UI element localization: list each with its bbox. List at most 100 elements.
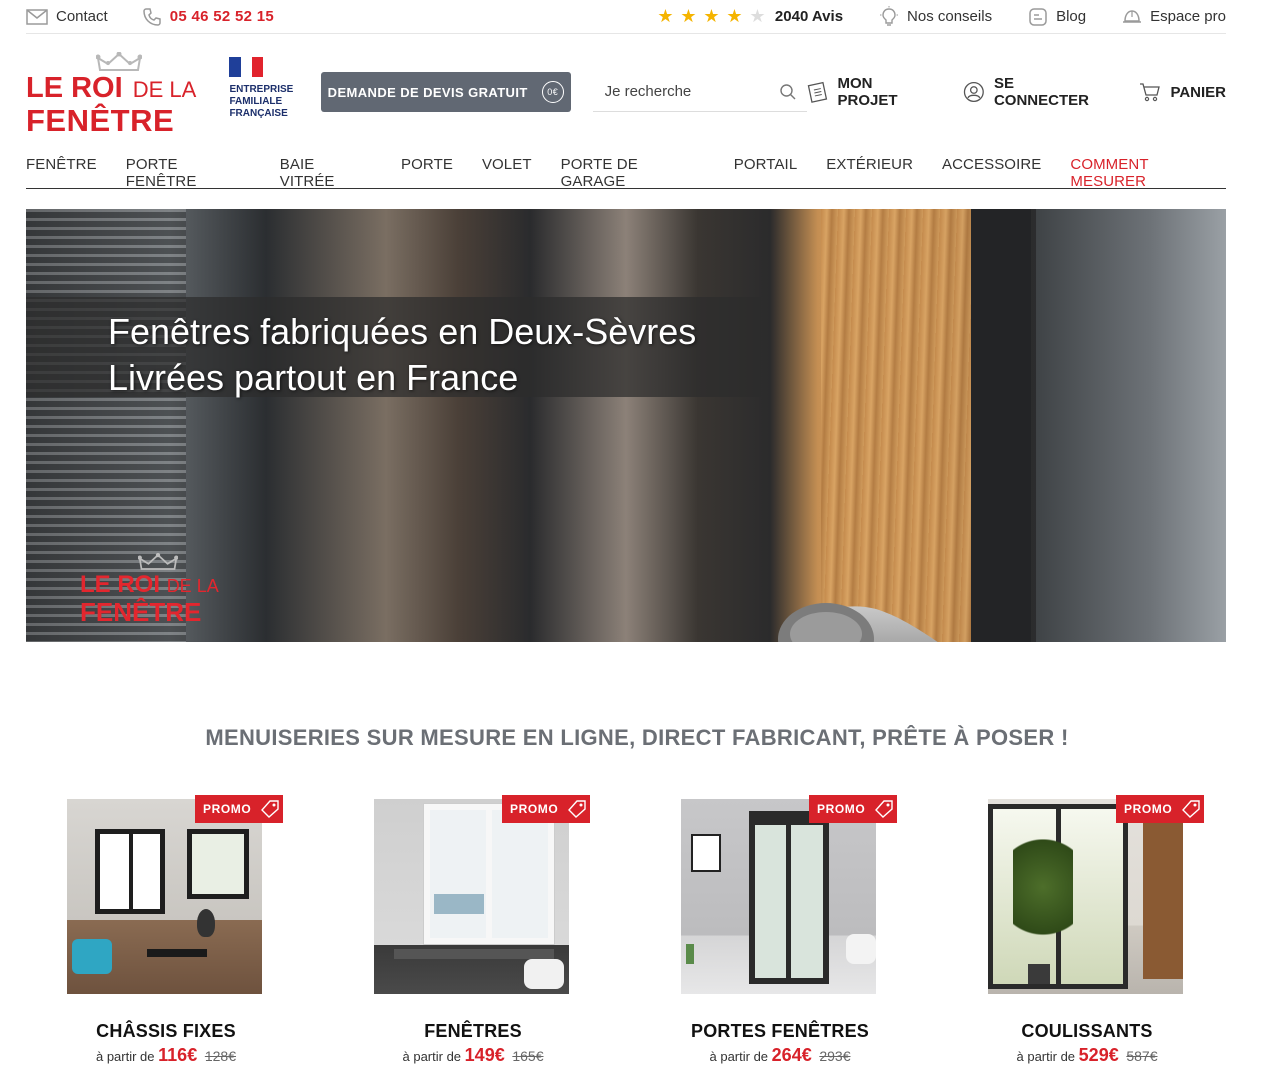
family-line-2: FAMILIALE [229,95,283,107]
nav-item-accessoire[interactable]: ACCESSOIRE [942,156,1041,173]
blog-link[interactable]: Blog [1028,7,1086,27]
nav-item-exterieur[interactable]: EXTÉRIEUR [826,156,913,173]
nav-item-portail[interactable]: PORTAIL [734,156,798,173]
logo-le-roi: LE ROI [26,72,123,104]
product-name[interactable]: CHÂSSIS FIXES [26,1021,306,1042]
logo-line-2: FENÊTRE [26,103,175,138]
hero-line-2: Livrées partout en France [108,357,519,398]
cart-link[interactable]: PANIER [1139,81,1226,103]
promo-label: PROMO [817,802,866,816]
product-image[interactable] [988,799,1183,994]
site-header: LE ROI DE LA FENÊTRE ENTREPRISE FAMILIAL… [26,44,1226,140]
login-link[interactable]: SE CONNECTER [963,75,1111,109]
price-old: 165€ [512,1048,544,1064]
star-icon: ★ [657,6,674,26]
promo-label: PROMO [510,802,559,816]
price-current: 116€ [158,1045,198,1065]
conseils-link[interactable]: Nos conseils [879,5,993,28]
hero-banner[interactable]: Fenêtres fabriquées en Deux-Sèvres Livré… [26,209,1226,642]
price-prefix: à partir de [402,1049,462,1064]
logo-line-1: LE ROI DE LA [26,72,196,105]
product-name[interactable]: PORTES FENÊTRES [640,1021,920,1042]
nav-item-fenetre[interactable]: FENÊTRE [26,156,97,173]
product-price: à partir de 116€ 128€ [26,1045,306,1066]
helmet-icon [1123,9,1142,23]
top-bar: Contact 05 46 52 52 15 ★ ★ ★ ★ ★ 2040 Av… [26,0,1226,34]
mon-projet-label: MON PROJET [837,75,898,109]
product-image[interactable] [374,799,569,994]
promo-badge: PROMO [1116,795,1204,823]
cart-icon [1140,83,1161,102]
hero-line-1: Fenêtres fabriquées en Deux-Sèvres [108,311,697,352]
devis-button[interactable]: DEMANDE DE DEVIS GRATUIT 0€ [320,72,571,112]
star-icon: ★ [703,6,720,26]
hero-logo-line-1: LE ROI DE LA [80,571,219,599]
devis-label: DEMANDE DE DEVIS GRATUIT [327,84,528,100]
reviews-count: 2040 Avis [774,8,844,25]
hero-logo-de-la: DE LA [166,576,219,596]
free-quote-icon: 0€ [541,81,564,103]
espace-pro-link[interactable]: Espace pro [1122,7,1226,27]
phone-icon [142,7,161,26]
nav-item-baie-vitree[interactable]: BAIE VITRÉE [280,156,372,190]
header-links: MON PROJET SE CONNECTER PANIER [807,75,1226,109]
product-price: à partir de 149€ 165€ [333,1045,613,1066]
price-current: 264€ [771,1045,812,1065]
main-nav: FENÊTRE PORTE FENÊTRE BAIE VITRÉE PORTE … [26,150,1226,190]
product-image[interactable] [67,799,262,994]
product-price: à partir de 529€ 587€ [947,1045,1227,1066]
promo-badge: PROMO [195,795,283,823]
star-icon: ★ [680,6,697,26]
family-line-1: ENTREPRISE [229,83,294,95]
price-current: 149€ [464,1045,505,1065]
top-bar-left: Contact 05 46 52 52 15 [26,7,274,27]
nav-item-porte-de-garage[interactable]: PORTE DE GARAGE [561,156,705,190]
site-logo[interactable]: LE ROI DE LA FENÊTRE [26,46,199,138]
mon-projet-link[interactable]: MON PROJET [807,75,935,109]
french-flag-icon [229,56,264,77]
crown-icon [138,553,178,570]
price-old: 128€ [204,1048,236,1064]
crown-icon [96,52,142,71]
tag-icon [568,800,587,818]
blog-label: Blog [1056,8,1087,25]
envelope-icon [26,8,48,25]
user-icon [964,81,985,103]
family-line-3: FRANÇAISE [229,107,288,119]
star-empty-icon: ★ [749,6,766,26]
search-bar [592,72,807,112]
product-name[interactable]: FENÊTRES [333,1021,613,1042]
phone-link[interactable]: 05 46 52 52 15 [142,7,274,27]
hero-logo-le-roi: LE ROI [80,571,161,598]
phone-number: 05 46 52 52 15 [169,8,274,25]
nav-item-porte-fenetre[interactable]: PORTE FENÊTRE [126,156,251,190]
family-business-badge: ENTREPRISE FAMILIALE FRANÇAISE [229,56,298,120]
conseils-label: Nos conseils [907,8,993,25]
top-bar-right: ★ ★ ★ ★ ★ 2040 Avis Nos conseils Blog Es… [656,5,1226,28]
logo-de-la: DE LA [132,77,197,102]
price-old: 587€ [1126,1048,1158,1064]
search-icon[interactable] [779,83,797,101]
blog-icon [1029,7,1047,26]
lightbulb-icon [880,5,899,26]
contact-label: Contact [56,8,108,25]
search-input[interactable] [604,83,775,100]
product-price: à partir de 264€ 293€ [640,1045,920,1066]
nav-item-porte[interactable]: PORTE [401,156,453,173]
nav-item-comment-mesurer[interactable]: COMMENT MESURER [1070,156,1226,190]
promo-badge: PROMO [502,795,590,823]
nav-item-volet[interactable]: VOLET [482,156,532,173]
promo-label: PROMO [1124,802,1173,816]
product-name[interactable]: COULISSANTS [947,1021,1227,1042]
price-current: 529€ [1078,1045,1119,1065]
contact-link[interactable]: Contact [26,8,108,25]
hero-logo: LE ROI DE LA FENÊTRE [80,553,255,631]
espace-pro-label: Espace pro [1150,8,1226,25]
star-icon: ★ [726,6,743,26]
rating-widget[interactable]: ★ ★ ★ ★ ★ 2040 Avis [656,6,843,27]
tag-icon [875,800,894,818]
product-image[interactable] [681,799,876,994]
promo-label: PROMO [203,802,252,816]
section-title: MENUISERIES SUR MESURE EN LIGNE, DIRECT … [205,725,1069,750]
hero-logo-line-2: FENÊTRE [80,597,202,627]
